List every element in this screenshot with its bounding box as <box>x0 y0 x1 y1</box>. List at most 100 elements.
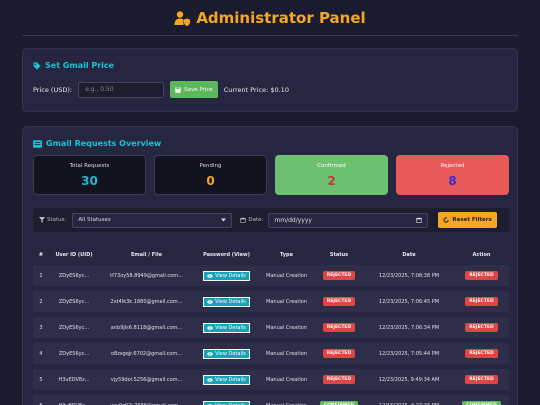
table-row: 4 ZDyES6yc... o8zsgqjr.6702@gmail.com... Vi… <box>33 343 509 364</box>
date-filter-input[interactable]: mm/dd/yyyy <box>268 212 429 228</box>
row-action: REJECTED <box>454 265 509 286</box>
reset-filters-button[interactable]: Reset Filters <box>438 212 497 228</box>
row-date: 12/23/2025, 7:05:44 PM <box>364 343 454 364</box>
row-type: Manual Creation <box>259 317 314 338</box>
row-date: 12/23/2025, 9:49:34 AM <box>364 369 454 390</box>
row-password: View Details <box>194 317 259 338</box>
row-type: Manual Creation <box>259 291 314 312</box>
action-badge: REJECTED <box>465 271 498 280</box>
current-price: Current Price: $0.10 <box>223 85 289 94</box>
eye-icon <box>207 325 213 330</box>
row-status: REJECTED <box>314 343 364 364</box>
row-uid: ZDyES6yc... <box>49 317 99 338</box>
requests-table: # User ID (UID) Email / File Password (V… <box>33 245 509 405</box>
row-date: 12/23/2025, 7:08:38 PM <box>364 265 454 286</box>
save-icon <box>175 86 181 93</box>
view-details-button[interactable]: View Details <box>203 374 250 385</box>
price-card: Set Gmail Price Price (USD): e.g., 0.50 … <box>22 48 518 112</box>
save-price-button[interactable]: Save Price <box>170 81 218 98</box>
status-badge: REJECTED <box>322 349 356 358</box>
row-status: CONFIRMED <box>314 395 364 405</box>
eye-icon <box>207 299 213 304</box>
row-type: Manual Creation <box>259 369 314 390</box>
row-status: REJECTED <box>314 265 364 286</box>
col-header-password: Password (View) <box>203 252 250 258</box>
row-date: 12/23/2025, 7:06:34 PM <box>364 317 454 338</box>
row-num: 6 <box>33 395 49 405</box>
calendar-icon <box>240 217 247 223</box>
requests-card-title: Gmail Requests Overview <box>33 139 161 148</box>
price-label: Price (USD): <box>33 85 73 94</box>
table-row: 2 ZDyES6yc... 2xt4lk3k.1880@gmail.com... Vi… <box>33 291 509 312</box>
chevron-down-icon <box>221 218 227 222</box>
eye-icon <box>207 273 213 278</box>
row-email: tf73oy58.8949@gmail.com... <box>99 265 194 286</box>
col-header-status: Status <box>329 252 349 258</box>
row-action: REJECTED <box>454 369 509 390</box>
col-header-num: # <box>38 252 44 258</box>
action-badge: REJECTED <box>465 297 498 306</box>
row-email: 2xt4lk3k.1880@gmail.com... <box>99 291 194 312</box>
requests-card: Gmail Requests Overview Total Requests 3… <box>22 126 518 405</box>
row-uid: ZDyES6yc... <box>49 343 99 364</box>
row-email: vxv9z92j.7686@gmail.com... <box>99 395 194 405</box>
col-header-date: Date <box>402 252 416 258</box>
status-badge: REJECTED <box>322 323 356 332</box>
row-date: 12/23/2025, 7:06:45 PM <box>364 291 454 312</box>
table-row: 3 ZDyES6yc... anb9jls6.8118@gmail.com... Vi… <box>33 317 509 338</box>
page-header: Administrator Panel <box>22 0 518 36</box>
user-shield-icon <box>174 10 191 26</box>
row-num: 1 <box>33 265 49 286</box>
row-action: REJECTED <box>454 343 509 364</box>
refresh-icon <box>443 217 449 223</box>
stat-pending: Pending 0 <box>154 155 267 195</box>
row-num: 3 <box>33 317 49 338</box>
row-status: REJECTED <box>314 291 364 312</box>
row-password: View Details <box>194 369 259 390</box>
list-icon <box>33 139 42 148</box>
row-type: Manual Creation <box>259 343 314 364</box>
calendar-picker-icon[interactable] <box>416 217 423 223</box>
table-body: 1 ZDyES6yc... tf73oy58.8949@gmail.com... Vi… <box>33 265 509 405</box>
status-badge: REJECTED <box>322 271 356 280</box>
status-filter-select[interactable]: All Statuses <box>72 212 233 228</box>
row-action: CONFIRMED <box>454 395 509 405</box>
view-details-button[interactable]: View Details <box>203 348 250 359</box>
view-details-button[interactable]: View Details <box>203 296 250 307</box>
view-details-button[interactable]: View Details <box>203 322 250 333</box>
row-password: View Details <box>194 343 259 364</box>
row-uid: H3uEDV8z... <box>49 369 99 390</box>
action-badge: CONFIRMED <box>462 401 501 405</box>
date-filter-label: Date: <box>248 217 264 223</box>
col-header-action: Action <box>472 252 491 258</box>
row-type: Manual Creation <box>259 265 314 286</box>
row-password: View Details <box>194 291 259 312</box>
row-date: 12/16/2025, 4:27:26 PM <box>364 395 454 405</box>
price-row: Price (USD): e.g., 0.50 Save Price Curre… <box>33 81 289 98</box>
row-status: REJECTED <box>314 369 364 390</box>
view-details-button[interactable]: View Details <box>203 400 250 405</box>
col-header-uid: User ID (UID) <box>55 252 93 258</box>
col-header-type: Type <box>279 252 294 258</box>
row-num: 4 <box>33 343 49 364</box>
col-header-email: Email / File <box>131 252 162 258</box>
stat-rejected: Rejected 8 <box>396 155 509 195</box>
table-header-row: # User ID (UID) Email / File Password (V… <box>33 250 509 260</box>
row-status: REJECTED <box>314 317 364 338</box>
action-badge: REJECTED <box>465 323 498 332</box>
row-type: Manual Creation <box>259 395 314 405</box>
price-input[interactable]: e.g., 0.50 <box>78 81 165 98</box>
table-row: 5 H3uEDV8z... vjy59doi.5256@gmail.com... Vi… <box>33 369 509 390</box>
stat-total: Total Requests 30 <box>33 155 146 195</box>
view-details-button[interactable]: View Details <box>203 270 250 281</box>
row-email: vjy59doi.5256@gmail.com... <box>99 369 194 390</box>
filter-icon <box>39 217 45 223</box>
status-badge: REJECTED <box>322 297 356 306</box>
row-password: View Details <box>194 395 259 405</box>
row-uid: ZDyES6yc... <box>49 291 99 312</box>
row-email: o8zsgqjr.6702@gmail.com... <box>99 343 194 364</box>
page-title: Administrator Panel <box>196 8 366 27</box>
row-uid: ZDyES6yc... <box>49 265 99 286</box>
tag-icon <box>33 61 41 70</box>
row-password: View Details <box>194 265 259 286</box>
